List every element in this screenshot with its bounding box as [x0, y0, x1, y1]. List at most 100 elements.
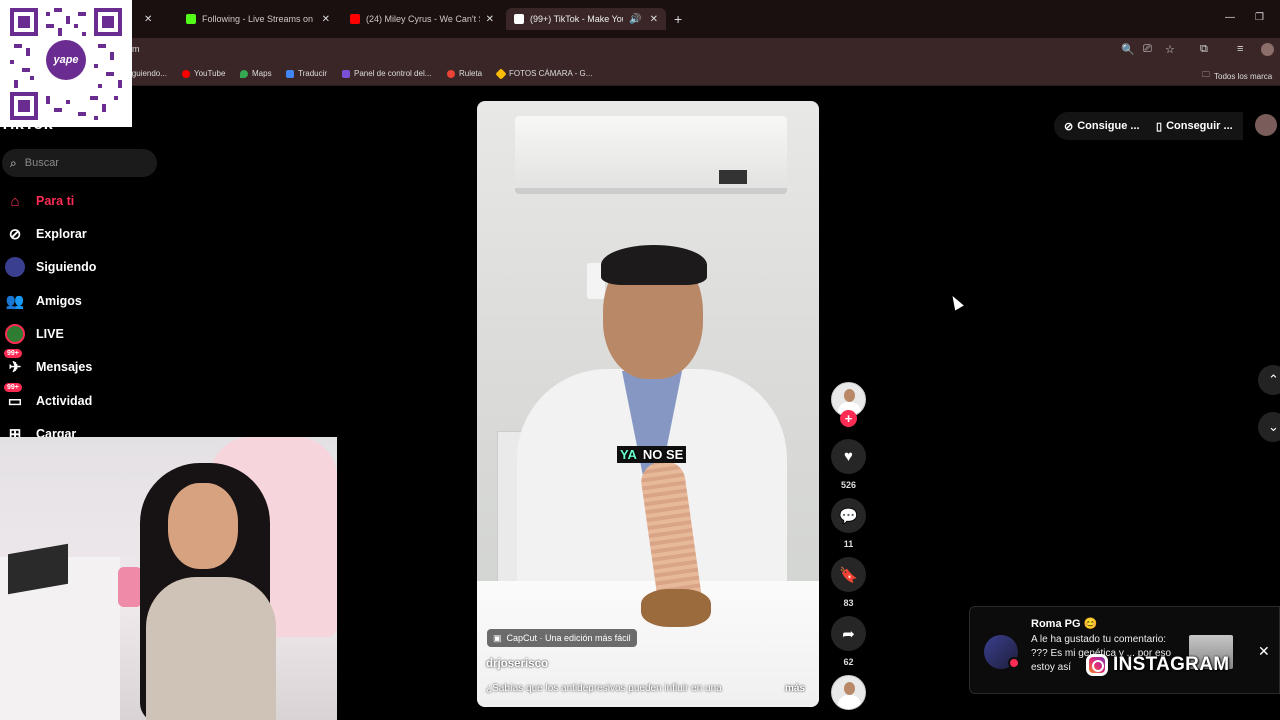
extensions-icon[interactable]: ⧉: [1200, 43, 1208, 56]
video-author[interactable]: drjoserisco: [486, 658, 548, 670]
crochet-prop-base-image: [641, 589, 711, 627]
share-count: 62: [843, 657, 854, 667]
get-coins-button[interactable]: ⊘ Consigue ...: [1054, 112, 1150, 140]
browser-tab-bar: ✕ Following - Live Streams on Kic ✕ (24)…: [0, 0, 1280, 38]
mouse-cursor-icon: [948, 293, 964, 311]
yape-logo: yape: [46, 40, 86, 80]
instagram-overlay: INSTAGRAM: [1086, 654, 1229, 676]
follow-plus-icon[interactable]: +: [840, 410, 857, 427]
save-count: 83: [843, 598, 854, 608]
screen: ✕ Following - Live Streams on Kic ✕ (24)…: [0, 0, 1280, 720]
zoom-icon[interactable]: 🔍: [1121, 43, 1135, 56]
close-tab-icon[interactable]: ✕: [322, 14, 330, 25]
sidebar-item-amigos[interactable]: 👥 Amigos: [4, 290, 82, 312]
browser-tab-tiktok[interactable]: (99+) TikTok - Make Your Da 🔊 ✕: [506, 8, 666, 30]
address-bar[interactable]: m 🔍 ⎚ ☆ ⧉ ≡: [0, 38, 1280, 62]
tab-title: (24) Miley Cyrus - We Can't Sto: [366, 14, 480, 24]
share-icon: ➦: [842, 625, 855, 643]
media-icon[interactable]: ≡: [1237, 43, 1243, 55]
kick-favicon-icon: [186, 14, 196, 24]
sidebar-item-siguiendo[interactable]: Siguiendo: [4, 256, 96, 278]
notification-toast[interactable]: Roma PG 😊 A le ha gustado tu comentario:…: [969, 606, 1280, 694]
bookmark-translate[interactable]: Traducir: [286, 69, 327, 78]
heart-badge-icon: [1008, 657, 1020, 669]
youtube-favicon-icon: [350, 14, 360, 24]
phone-icon: ▯: [1156, 120, 1163, 133]
drive-icon: [495, 67, 507, 80]
notification-name: Roma PG 😊: [1031, 618, 1098, 630]
restore-icon[interactable]: ❐: [1255, 12, 1264, 23]
search-input[interactable]: ⌕ Buscar: [2, 149, 157, 177]
comment-count: 11: [843, 539, 854, 549]
new-tab-button[interactable]: +: [674, 11, 682, 27]
sidebar-item-para-ti[interactable]: ⌂ Para ti: [4, 190, 74, 212]
qr-code-overlay: yape: [0, 0, 132, 127]
browser-tab-partial[interactable]: ✕: [130, 8, 172, 30]
sidebar-item-explorar[interactable]: ⊘ Explorar: [4, 223, 87, 245]
capcut-icon: ▣: [493, 632, 502, 643]
close-tab-icon[interactable]: ✕: [650, 14, 658, 25]
next-video-button[interactable]: ⌄: [1258, 412, 1280, 442]
sidebar-item-actividad[interactable]: ▭ 99+ Actividad: [4, 383, 92, 412]
capcut-tag[interactable]: ▣ CapCut · Una edición más fácil: [487, 629, 637, 647]
all-bookmarks[interactable]: 🗀 Todos los marca: [1202, 69, 1272, 83]
doctor-hair-image: [601, 245, 707, 285]
live-icon: [4, 323, 26, 345]
previous-video-button[interactable]: ⌃: [1258, 365, 1280, 395]
search-icon: ⌕: [10, 155, 17, 170]
notification-avatar: [984, 635, 1020, 669]
following-icon: [4, 256, 26, 278]
more-link[interactable]: más: [785, 683, 805, 694]
activity-icon: ▭ 99+: [4, 383, 26, 412]
bookmark-ruleta[interactable]: Ruleta: [447, 69, 482, 78]
instagram-label: INSTAGRAM: [1113, 654, 1230, 675]
video-player[interactable]: YA NO SE ▣ CapCut · Una edición más fácil…: [477, 101, 819, 707]
chevron-down-icon: ⌄: [1268, 419, 1279, 434]
bookmark-icon: 🔖: [839, 566, 858, 584]
instagram-icon: [1086, 654, 1108, 676]
webcam-overlay: [0, 437, 337, 720]
browser-tab-kick[interactable]: Following - Live Streams on Kic ✕: [178, 8, 338, 30]
bookmark-item[interactable]: iguiendo...: [130, 69, 167, 78]
bookmarks-bar: iguiendo... YouTube Maps Traducir Panel …: [0, 62, 1280, 86]
browser-tab-youtube[interactable]: (24) Miley Cyrus - We Can't Sto ✕: [342, 8, 502, 30]
bookmark-star-icon[interactable]: ☆: [1165, 43, 1175, 56]
speaker-icon[interactable]: 🔊: [629, 14, 641, 25]
close-icon[interactable]: ✕: [1258, 643, 1270, 660]
messages-icon: ✈ 99+: [4, 349, 26, 378]
notification-badge: 99+: [4, 349, 22, 358]
minimize-icon[interactable]: —: [1225, 12, 1235, 23]
sidebar-item-mensajes[interactable]: ✈ 99+ Mensajes: [4, 349, 92, 378]
profile-avatar[interactable]: [1261, 43, 1274, 56]
coin-icon: ⊘: [1064, 120, 1074, 133]
sidebar-item-live[interactable]: LIVE: [4, 323, 64, 345]
translate-icon: [286, 69, 294, 78]
like-button[interactable]: ♥: [831, 439, 866, 474]
home-icon: ⌂: [10, 192, 20, 210]
panel-icon: [342, 69, 350, 78]
bookmark-fotos[interactable]: FOTOS CÁMARA - G...: [495, 67, 592, 80]
friends-icon: 👥: [5, 293, 25, 310]
like-count: 526: [840, 480, 857, 490]
user-avatar[interactable]: [1255, 114, 1277, 136]
get-app-button[interactable]: ▯ Conseguir ...: [1146, 112, 1243, 140]
bookmark-panel[interactable]: Panel de control del...: [342, 69, 431, 78]
pink-object-image: [118, 567, 142, 607]
close-tab-icon[interactable]: ✕: [144, 14, 152, 25]
share-button[interactable]: ➦: [831, 616, 866, 651]
streamer-face-image: [168, 483, 238, 569]
chevron-up-icon: ⌃: [1268, 372, 1279, 387]
music-avatar[interactable]: [831, 675, 866, 710]
video-caption: YA NO SE: [617, 446, 687, 463]
comment-button[interactable]: 💬: [831, 498, 866, 533]
bookmark-youtube[interactable]: YouTube: [182, 69, 225, 78]
video-description: ¿Sabías que los antidepresivos pueden in…: [486, 683, 722, 694]
bookmark-maps[interactable]: Maps: [240, 69, 272, 78]
cast-icon[interactable]: ⎚: [1143, 43, 1152, 56]
comment-icon: 💬: [839, 507, 858, 525]
youtube-icon: [182, 69, 190, 78]
streamer-body-image: [146, 577, 276, 720]
close-tab-icon[interactable]: ✕: [486, 14, 494, 25]
heart-icon: ♥: [844, 448, 853, 465]
save-button[interactable]: 🔖: [831, 557, 866, 592]
